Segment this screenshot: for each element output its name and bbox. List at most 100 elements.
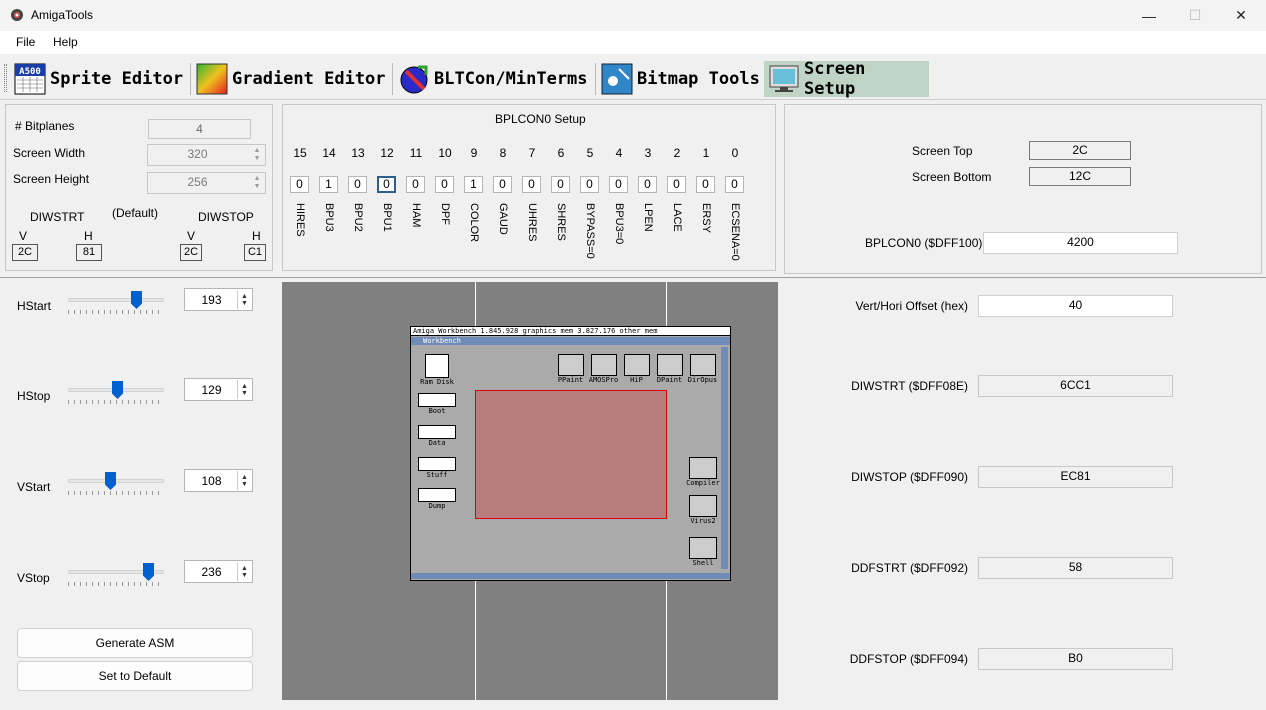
bit-value-field[interactable]: 0 (348, 176, 367, 193)
bit-number: 11 (409, 146, 423, 160)
workbench-icon[interactable]: Data (415, 425, 459, 447)
number-stepper[interactable]: 193 ▲ ▼ (184, 288, 253, 311)
bit-value-field[interactable]: 0 (435, 176, 454, 193)
tab-sprite-editor[interactable]: A500 Sprite Editor (10, 61, 189, 97)
icon-image (656, 354, 683, 376)
slider-track[interactable] (68, 479, 164, 483)
register-label: DIWSTRT ($DFF08E) (851, 379, 968, 393)
bit-name-label: HAM (410, 203, 422, 228)
bit-value-field[interactable]: 0 (406, 176, 425, 193)
menu-help[interactable]: Help (53, 35, 78, 49)
bit-value-field[interactable]: 0 (725, 176, 744, 193)
menu-file[interactable]: File (16, 35, 35, 49)
bitplanes-label: # Bitplanes (15, 119, 75, 133)
workbench-icon[interactable]: Stuff (415, 457, 459, 479)
spin-arrows-icon[interactable]: ▲ ▼ (237, 380, 251, 399)
screen-height-label: Screen Height (13, 172, 90, 186)
screen-height-value: 256 (187, 175, 208, 189)
bit-number: 10 (438, 146, 452, 160)
workbench-icon[interactable]: DPaint (653, 354, 686, 384)
number-stepper[interactable]: 236 ▲ ▼ (184, 560, 253, 583)
bit-name-label: UHRES (526, 203, 538, 242)
screen-top-field: 2C (1029, 141, 1131, 160)
screen-bottom-field: 12C (1029, 167, 1131, 186)
screen-bottom-label: Screen Bottom (912, 170, 992, 184)
bit-value-field[interactable]: 0 (638, 176, 657, 193)
register-value-field: 58 (978, 557, 1173, 579)
icon-label: Ram Disk (420, 378, 454, 386)
bit-value-field[interactable]: 0 (609, 176, 628, 193)
slider-ticks (68, 310, 164, 314)
slider-thumb[interactable] (131, 291, 142, 309)
divider (595, 63, 596, 95)
icon-label: Data (428, 439, 446, 447)
v-label: V (187, 229, 196, 243)
bit-value-field[interactable]: 0 (580, 176, 599, 193)
register-value-field[interactable]: 40 (978, 295, 1173, 317)
spin-arrows-icon[interactable]: ▲ ▼ (237, 562, 251, 581)
workbench-icon[interactable]: Compiler (684, 457, 722, 487)
tab-label: Screen Setup (804, 59, 866, 99)
workbench-icon[interactable]: HiP (620, 354, 653, 384)
bplcon0-reg-field[interactable]: 4200 (983, 232, 1178, 254)
tab-bltcon-minterms[interactable]: BLTCon/MinTerms (394, 61, 594, 97)
slider-thumb[interactable] (112, 381, 123, 399)
bit-number: 12 (380, 146, 394, 160)
number-stepper[interactable]: 108 ▲ ▼ (184, 469, 253, 492)
icon-image (425, 354, 449, 378)
bit-value-field[interactable]: 1 (319, 176, 338, 193)
workbench-scrollbar (721, 347, 728, 569)
maximize-button[interactable]: ☐ (1172, 0, 1218, 31)
menu-bar (0, 31, 1266, 54)
spin-arrows-icon: ▲ ▼ (253, 147, 261, 162)
slider-thumb[interactable] (105, 472, 116, 490)
diwstrt-label: DIWSTRT (30, 210, 85, 224)
slider-track[interactable] (68, 298, 164, 302)
workbench-icon[interactable]: PPaint (554, 354, 587, 384)
generate-asm-button[interactable]: Generate ASM (17, 628, 253, 658)
icon-label: Dump (428, 502, 446, 510)
workbench-window-title: Workbench (411, 337, 730, 345)
icon-image (418, 425, 456, 439)
h-label: H (84, 229, 93, 243)
tab-gradient-editor[interactable]: Gradient Editor (192, 61, 392, 97)
workbench-icon[interactable]: AMOSPro (587, 354, 620, 384)
workbench-icon[interactable]: Boot (415, 393, 459, 415)
bit-value-field[interactable]: 0 (290, 176, 309, 193)
bit-value-field[interactable]: 0 (493, 176, 512, 193)
stepper-value: 129 (201, 383, 222, 397)
minimize-button[interactable]: — (1126, 0, 1172, 31)
bit-value-field[interactable]: 0 (696, 176, 715, 193)
spin-arrows-icon[interactable]: ▲ ▼ (237, 290, 251, 309)
number-stepper[interactable]: 129 ▲ ▼ (184, 378, 253, 401)
bit-value-field[interactable]: 0 (522, 176, 541, 193)
bit-value-field[interactable]: 1 (464, 176, 483, 193)
set-default-button[interactable]: Set to Default (17, 661, 253, 691)
tab-bitmap-tools[interactable]: Bitmap Tools (597, 61, 766, 97)
workbench-icon[interactable]: Dump (415, 488, 459, 510)
bit-value-field[interactable]: 0 (667, 176, 686, 193)
default-label: (Default) (112, 206, 159, 220)
slider-thumb[interactable] (143, 563, 154, 581)
sprite-icon-text: A500 (19, 67, 41, 77)
bit-number: 7 (528, 146, 536, 160)
tab-screen-setup[interactable]: Screen Setup (764, 59, 929, 99)
spin-arrows-icon[interactable]: ▲ ▼ (237, 471, 251, 490)
bit-number: 14 (322, 146, 336, 160)
workbench-icon[interactable]: Virus2 (684, 495, 722, 525)
divider (190, 63, 191, 95)
close-button[interactable]: ✕ (1218, 0, 1264, 31)
workbench-icon[interactable]: Ram Disk (415, 354, 459, 386)
workbench-icon[interactable]: DirOpus (686, 354, 719, 384)
slider-label: VStop (17, 571, 50, 585)
register-value-field: EC81 (978, 466, 1173, 488)
bit-name-label: BPU1 (381, 203, 393, 232)
gear-icon (11, 9, 23, 21)
register-value-field: 6CC1 (978, 375, 1173, 397)
workbench-icon[interactable]: Shell (684, 537, 722, 567)
sprite-icon: A500 (14, 63, 46, 95)
bit-value-field[interactable]: 0 (377, 176, 396, 193)
stepper-value: 193 (201, 293, 222, 307)
bit-value-field[interactable]: 0 (551, 176, 570, 193)
icon-label: DPaint (656, 376, 683, 384)
